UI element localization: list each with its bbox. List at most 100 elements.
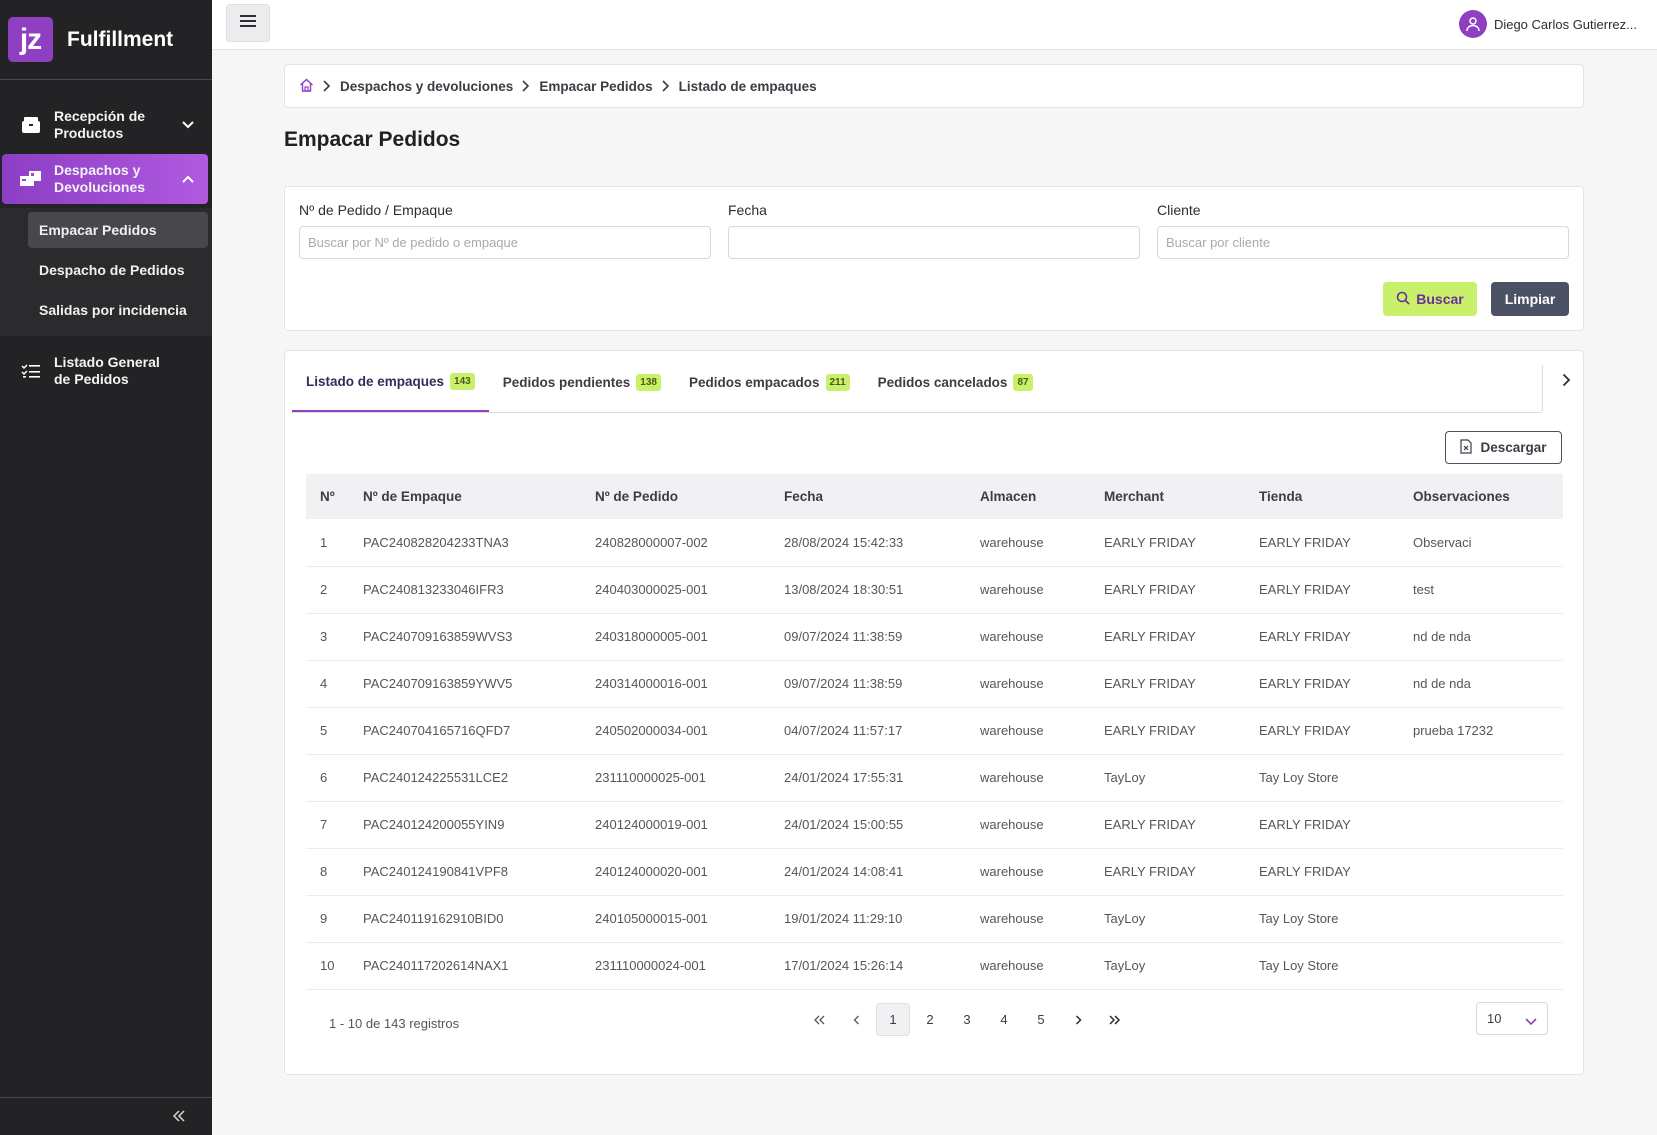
page-size-select[interactable]: 10 <box>1476 1002 1548 1035</box>
table-cell: PAC240704165716QFD7 <box>363 723 511 738</box>
breadcrumb-item[interactable]: Empacar Pedidos <box>539 79 652 94</box>
table-cell: PAC240813233046IFR3 <box>363 582 504 597</box>
table-row: 10 PAC240117202614NAX1 231110000024-001 17/… <box>306 942 1563 989</box>
app-logo[interactable]: jz <box>8 17 53 62</box>
excel-file-icon <box>1460 438 1473 457</box>
table-row: 8 PAC240124190841VPF8 240124000020-001 24/0… <box>306 848 1563 895</box>
table-cell: PAC240117202614NAX1 <box>363 958 509 973</box>
download-button[interactable]: Descargar <box>1445 431 1562 464</box>
table-cell: warehouse <box>980 676 1044 691</box>
table-cell: EARLY FRIDAY <box>1104 817 1196 832</box>
tab-pedidos-cancelados[interactable]: Pedidos cancelados 87 <box>864 352 1047 412</box>
clear-button[interactable]: Limpiar <box>1491 282 1569 316</box>
page-button-3[interactable]: 3 <box>950 1003 984 1036</box>
first-page-icon[interactable] <box>802 1003 836 1036</box>
next-page-icon[interactable] <box>1061 1003 1095 1036</box>
table-cell: warehouse <box>980 582 1044 597</box>
filters-panel: Nº de Pedido / Empaque Fecha Cliente Bus… <box>284 186 1584 331</box>
table-cell: TayLoy <box>1104 911 1146 926</box>
tab-pedidos-pendientes[interactable]: Pedidos pendientes 138 <box>489 352 675 412</box>
double-chevron-left-icon[interactable] <box>172 1109 186 1127</box>
table-cell: warehouse <box>980 723 1044 738</box>
previous-page-icon[interactable] <box>839 1003 873 1036</box>
box-icon <box>18 112 44 138</box>
sidebar-subnav: Empacar Pedidos Despacho de Pedidos Sali… <box>0 208 212 336</box>
user-avatar-icon <box>1458 10 1487 38</box>
column-header: Nº de Pedido <box>595 489 678 504</box>
page-button-4[interactable]: 4 <box>987 1003 1021 1036</box>
page-button-5[interactable]: 5 <box>1024 1003 1058 1036</box>
table-row: 7 PAC240124200055YIN9 240124000019-001 24/0… <box>306 801 1563 848</box>
table-cell: TayLoy <box>1104 770 1146 785</box>
table-cell: Tay Loy Store <box>1259 958 1339 973</box>
sidebar-item-label: Recepción de Productos <box>54 108 146 141</box>
sidebar-subitem-despacho[interactable]: Despacho de Pedidos <box>28 252 208 288</box>
table-cell: EARLY FRIDAY <box>1104 723 1196 738</box>
breadcrumb-current: Listado de empaques <box>678 78 817 94</box>
table-cell: EARLY FRIDAY <box>1104 629 1196 644</box>
sidebar-subitem-salidas[interactable]: Salidas por incidencia <box>28 292 208 328</box>
client-search-input[interactable] <box>1157 226 1569 259</box>
menu-toggle-button[interactable] <box>226 4 270 42</box>
table-cell: 3 <box>320 629 328 644</box>
date-filter: Fecha <box>728 202 1140 259</box>
table-cell: PAC240124225531LCE2 <box>363 770 509 785</box>
table-cell: 240502000034-001 <box>595 723 708 738</box>
table-cell: PAC240119162910BID0 <box>363 911 504 926</box>
brand: jz Fulfillment <box>0 0 212 80</box>
breadcrumb-item[interactable]: Despachos y devoluciones <box>340 79 513 94</box>
table-cell: nd de nda <box>1413 629 1471 644</box>
count-badge: 143 <box>450 372 475 390</box>
table-cell: test <box>1413 582 1434 597</box>
tab-label: Listado de empaques <box>306 373 445 389</box>
table-cell: 28/08/2024 15:42:33 <box>784 534 904 550</box>
page-button-2[interactable]: 2 <box>913 1003 947 1036</box>
packages-table: Nº Nº de Empaque Nº de Pedido Fecha Alma… <box>306 474 1563 990</box>
table-cell: EARLY FRIDAY <box>1104 534 1196 550</box>
sidebar-collapse[interactable] <box>0 1097 212 1135</box>
chevron-right-icon[interactable] <box>1562 373 1571 392</box>
table-cell: warehouse <box>980 958 1044 973</box>
tab-label: Pedidos empacados <box>688 374 820 390</box>
tabs: Listado de empaques 143 Pedidos pendient… <box>292 351 1542 413</box>
count-badge: 211 <box>825 373 850 391</box>
table-cell: PAC240124190841VPF8 <box>363 864 509 879</box>
table-cell: 240124000020-001 <box>595 864 708 879</box>
count-badge: 87 <box>1013 373 1033 391</box>
page-button-1[interactable]: 1 <box>876 1003 910 1036</box>
column-header: Merchant <box>1104 489 1165 504</box>
client-filter: Cliente <box>1157 202 1569 259</box>
table-cell: warehouse <box>980 629 1044 644</box>
home-icon[interactable] <box>299 78 314 95</box>
column-header: Fecha <box>784 489 824 504</box>
table-row: 9 PAC240119162910BID0 240105000015-001 19/0… <box>306 895 1563 942</box>
table-cell: 19/01/2024 11:29:10 <box>784 911 903 926</box>
table-cell <box>1399 942 1563 989</box>
user-menu[interactable]: Diego Carlos Gutierrez... <box>1458 10 1637 38</box>
tab-pedidos-empacados[interactable]: Pedidos empacados 211 <box>675 352 864 412</box>
sidebar-item-label: Despachos y Devoluciones <box>54 162 146 195</box>
tab-listado-empaques[interactable]: Listado de empaques 143 <box>292 352 489 412</box>
date-input[interactable] <box>728 226 1140 259</box>
table-row: 3 PAC240709163859WVS3 240318000005-001 09/0… <box>306 613 1563 660</box>
order-search-input[interactable] <box>299 226 711 259</box>
table-cell: warehouse <box>980 911 1044 926</box>
sidebar-nav: Recepción de Productos Despachos y Devol… <box>0 80 212 396</box>
column-header: Tienda <box>1259 489 1303 504</box>
column-header: Almacen <box>980 489 1037 504</box>
last-page-icon[interactable] <box>1098 1003 1132 1036</box>
sidebar-item-listado[interactable]: Listado General de Pedidos <box>2 346 208 396</box>
page-title: Empacar Pedidos <box>284 128 461 151</box>
sidebar-subitem-empacar[interactable]: Empacar Pedidos <box>28 212 208 248</box>
table-cell <box>1399 895 1563 942</box>
tab-label: Pedidos cancelados <box>877 374 1008 390</box>
order-filter-label: Nº de Pedido / Empaque <box>299 202 453 218</box>
search-button[interactable]: Buscar <box>1383 282 1477 316</box>
sidebar-item-despachos[interactable]: Despachos y Devoluciones <box>2 154 208 204</box>
sidebar-item-recepcion[interactable]: Recepción de Productos <box>2 100 208 150</box>
client-filter-label: Cliente <box>1157 202 1201 218</box>
pagination: 1 2 3 4 5 <box>802 1003 1135 1036</box>
table-cell: 1 <box>320 534 328 550</box>
table-cell: EARLY FRIDAY <box>1259 817 1351 832</box>
column-header: Observaciones <box>1413 489 1510 504</box>
